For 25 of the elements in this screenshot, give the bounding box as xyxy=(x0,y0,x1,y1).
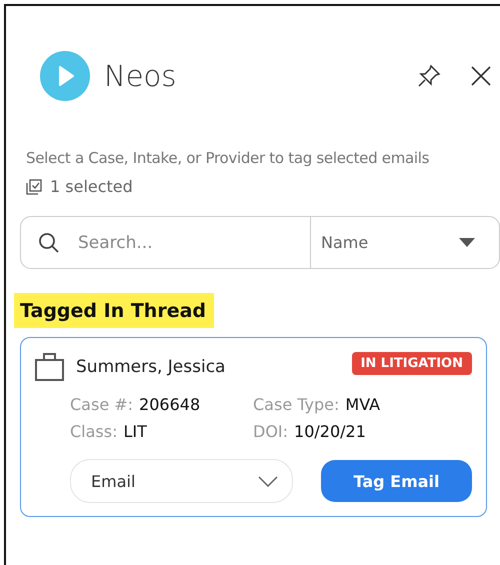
stacked-checkbox-icon xyxy=(26,178,42,194)
play-logo-icon xyxy=(40,51,90,101)
field-value: 10/20/21 xyxy=(294,422,366,441)
filter-dropdown[interactable]: Name xyxy=(310,217,499,268)
close-icon[interactable] xyxy=(470,65,492,87)
app-title: Neos xyxy=(104,59,176,93)
field-value: MVA xyxy=(345,395,380,414)
pin-icon[interactable] xyxy=(416,63,442,89)
field-value: LIT xyxy=(123,422,147,441)
field-value: 206648 xyxy=(139,395,200,414)
client-name: Summers, Jessica xyxy=(76,356,226,376)
field-label: Case Type: xyxy=(253,395,340,414)
briefcase-icon xyxy=(35,352,64,381)
search-icon xyxy=(38,232,60,254)
section-heading: Tagged In Thread xyxy=(14,293,214,328)
field-label: DOI: xyxy=(253,422,288,441)
field-label: Case #: xyxy=(70,395,134,414)
tag-type-dropdown[interactable]: Email xyxy=(70,459,293,503)
tag-email-button[interactable]: Tag Email xyxy=(321,460,472,502)
selection-count: 1 selected xyxy=(50,177,133,196)
status-badge: IN LITIGATION xyxy=(352,352,472,375)
caret-icon xyxy=(459,238,475,248)
chevron-down-icon xyxy=(258,476,278,486)
instruction-text: Select a Case, Intake, or Provider to tag selected emails xyxy=(26,149,430,167)
field-label: Class: xyxy=(70,422,118,441)
